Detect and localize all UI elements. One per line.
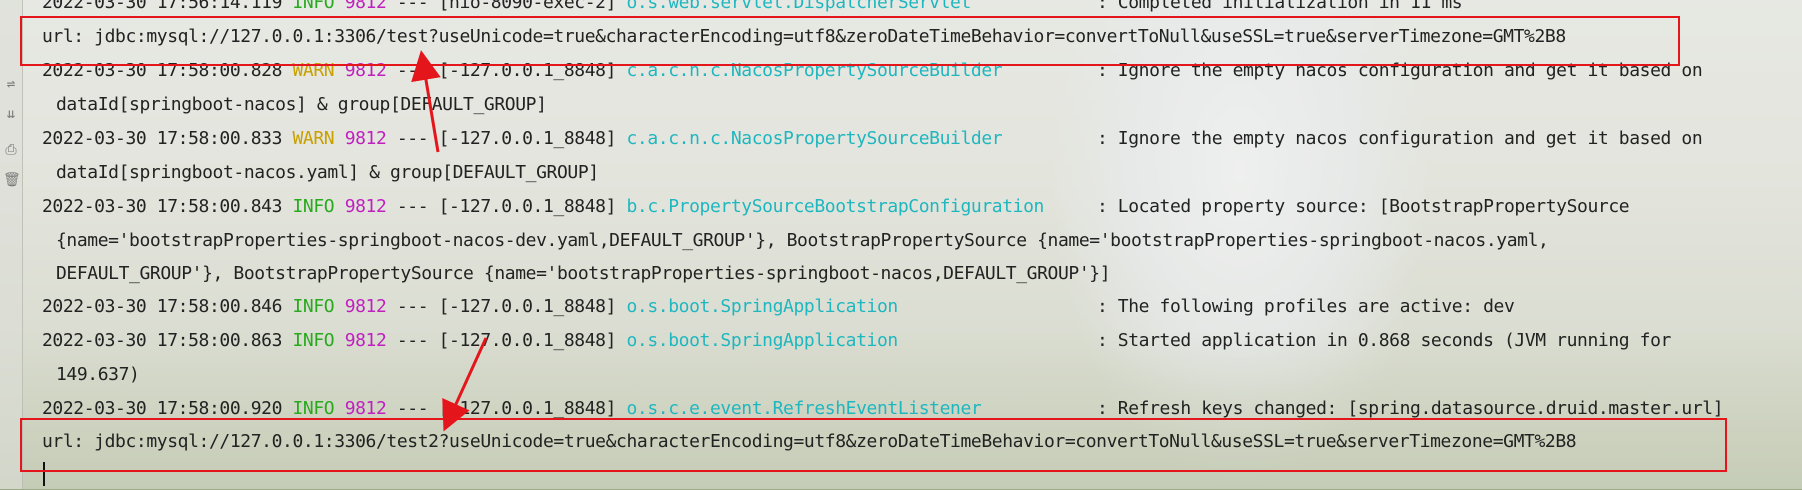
log-continuation: dataId[springboot-nacos.yaml] & group[DE…	[56, 162, 599, 183]
logger: o.s.web.servlet.DispatcherServlet	[626, 0, 972, 13]
trash-icon[interactable]: 🗑	[3, 172, 21, 188]
message: : The following profiles are active: dev	[1096, 296, 1515, 317]
logger: o.s.boot.SpringApplication	[626, 330, 899, 351]
log-line: 2022-03-30 17:58:00.846 INFO 9812 --- [-…	[42, 293, 1515, 321]
log-continuation: 149.637)	[56, 364, 140, 385]
console-output[interactable]: 2022-03-30 17:56:14.119 INFO 9812 --- [n…	[42, 0, 1792, 489]
log-line: 2022-03-30 17:58:00.863 INFO 9812 --- [-…	[42, 327, 1671, 355]
scroll-to-end-icon[interactable]: ⇊	[3, 106, 19, 122]
separator: ---	[396, 0, 429, 13]
separator: ---	[396, 296, 429, 317]
print-icon[interactable]: ⎙	[3, 142, 19, 158]
log-level: WARN	[292, 128, 335, 149]
timestamp: 2022-03-30 17:58:00.920	[42, 398, 283, 419]
timestamp: 2022-03-30 17:58:00.843	[42, 196, 283, 217]
thread: [-127.0.0.1_8848]	[438, 330, 617, 351]
log-line: 2022-03-30 17:56:14.119 INFO 9812 --- [n…	[42, 0, 1463, 17]
log-line: 2022-03-30 17:58:00.843 INFO 9812 --- [-…	[42, 193, 1630, 221]
log-level: INFO	[292, 0, 335, 13]
timestamp: 2022-03-30 17:58:00.833	[42, 128, 283, 149]
thread: [-127.0.0.1_8848]	[438, 296, 617, 317]
highlight-box-url-test	[20, 16, 1680, 66]
logger: b.c.PropertySourceBootstrapConfiguration	[626, 196, 1045, 217]
message: : Ignore the empty nacos configuration a…	[1096, 128, 1703, 149]
log-level: INFO	[292, 330, 335, 351]
timestamp: 2022-03-30 17:58:00.846	[42, 296, 283, 317]
message: : Completed initialization in 11 ms	[1096, 0, 1463, 13]
thread: [-127.0.0.1_8848]	[438, 398, 617, 419]
log-continuation: dataId[springboot-nacos] & group[DEFAULT…	[56, 94, 547, 115]
thread: [nio-8090-exec-2]	[438, 0, 617, 13]
pid: 9812	[344, 196, 387, 217]
thread: [-127.0.0.1_8848]	[438, 196, 617, 217]
thread: [-127.0.0.1_8848]	[438, 128, 617, 149]
logger: o.s.boot.SpringApplication	[626, 296, 899, 317]
wrap-icon[interactable]: ⇌	[3, 76, 19, 92]
pid: 9812	[344, 128, 387, 149]
pid: 9812	[344, 398, 387, 419]
timestamp: 2022-03-30 17:58:00.863	[42, 330, 283, 351]
timestamp: 2022-03-30 17:56:14.119	[42, 0, 283, 13]
separator: ---	[396, 196, 429, 217]
log-level: INFO	[292, 398, 335, 419]
pid: 9812	[344, 296, 387, 317]
separator: ---	[396, 398, 429, 419]
message: : Located property source: [BootstrapPro…	[1096, 196, 1630, 217]
log-line: 2022-03-30 17:58:00.833 WARN 9812 --- [-…	[42, 125, 1703, 153]
log-continuation: DEFAULT_GROUP'}, BootstrapPropertySource…	[56, 263, 1111, 284]
console-toolbar: ⇌ ⇊ ⎙ 🗑	[0, 0, 23, 489]
logger: c.a.c.n.c.NacosPropertySourceBuilder	[626, 128, 1003, 149]
log-level: INFO	[292, 296, 335, 317]
log-level: INFO	[292, 196, 335, 217]
separator: ---	[396, 330, 429, 351]
separator: ---	[396, 128, 429, 149]
message: : Refresh keys changed: [spring.datasour…	[1096, 398, 1724, 419]
highlight-box-url-test2	[20, 418, 1727, 472]
pid: 9812	[344, 0, 387, 13]
log-continuation: {name='bootstrapProperties-springboot-na…	[56, 230, 1549, 251]
pid: 9812	[344, 330, 387, 351]
message: : Started application in 0.868 seconds (…	[1096, 330, 1671, 351]
